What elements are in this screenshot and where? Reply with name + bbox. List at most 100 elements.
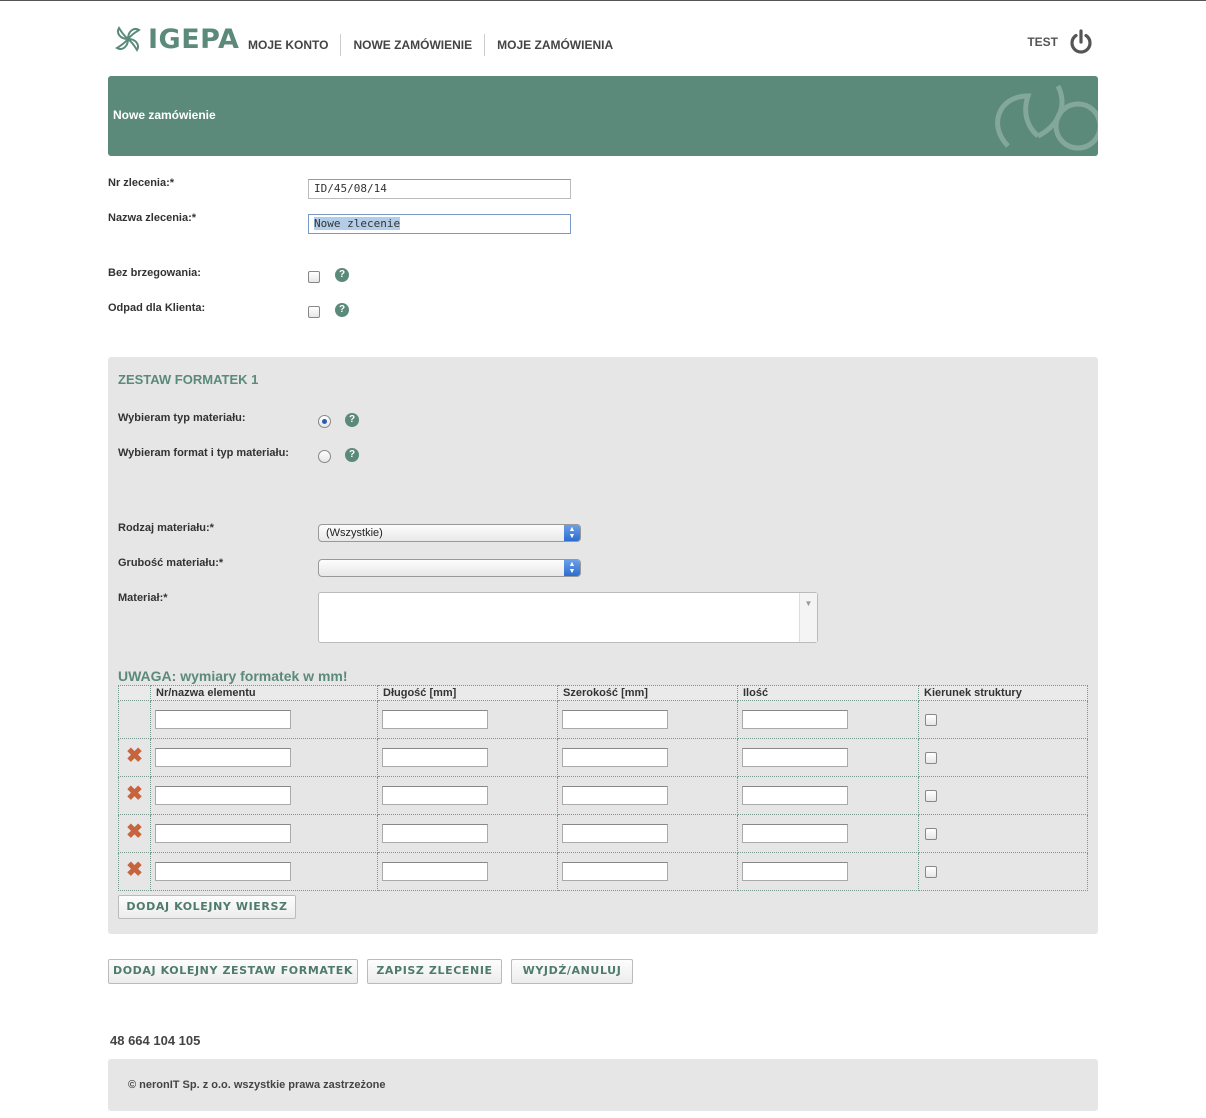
width-input[interactable] bbox=[562, 824, 668, 843]
format-set-title: ZESTAW FORMATEK 1 bbox=[118, 372, 259, 387]
radio-material-type-label: Wybieram typ materiału: bbox=[118, 412, 246, 424]
table-row bbox=[118, 700, 1088, 739]
order-number-label: Nr zlecenia:* bbox=[108, 177, 175, 189]
element-name-input[interactable] bbox=[155, 862, 291, 881]
width-cell bbox=[557, 852, 738, 891]
waste-help-icon[interactable]: ? bbox=[335, 303, 349, 317]
delete-row-icon[interactable]: ✖ bbox=[119, 819, 150, 844]
main-nav: MOJE KONTO NOWE ZAMÓWIENIE MOJE ZAMÓWIEN… bbox=[236, 34, 625, 56]
width-input[interactable] bbox=[562, 862, 668, 881]
no-edging-label: Bez brzegowania: bbox=[108, 267, 201, 279]
delete-cell: ✖ bbox=[118, 814, 151, 853]
delete-cell: ✖ bbox=[118, 776, 151, 815]
column-header-name: Nr/nazwa elementu bbox=[150, 685, 378, 701]
delete-row-icon[interactable]: ✖ bbox=[119, 857, 150, 882]
quantity-input[interactable] bbox=[742, 786, 848, 805]
material-label: Materiał:* bbox=[118, 592, 168, 604]
column-header-quantity: Ilość bbox=[737, 685, 919, 701]
quantity-input[interactable] bbox=[742, 824, 848, 843]
waste-checkbox[interactable] bbox=[308, 306, 320, 318]
length-input[interactable] bbox=[382, 824, 488, 843]
length-input[interactable] bbox=[382, 786, 488, 805]
width-cell bbox=[557, 700, 738, 739]
element-name-input[interactable] bbox=[155, 786, 291, 805]
exit-cancel-button[interactable]: WYJDŹ/ANULUJ bbox=[511, 959, 633, 984]
grain-cell bbox=[918, 814, 1088, 853]
radio-format-type[interactable] bbox=[318, 450, 331, 463]
grain-direction-checkbox[interactable] bbox=[925, 827, 937, 840]
element-name-input[interactable] bbox=[155, 824, 291, 843]
logo-swirl-icon bbox=[115, 26, 141, 52]
name-cell bbox=[150, 814, 378, 853]
name-cell bbox=[150, 738, 378, 777]
material-thickness-label: Grubość materiału:* bbox=[118, 557, 224, 569]
nav-my-orders[interactable]: MOJE ZAMÓWIENIA bbox=[484, 34, 625, 56]
column-header-length: Długość [mm] bbox=[377, 685, 558, 701]
footer: © neronIT Sp. z o.o. wszystkie prawa zas… bbox=[108, 1059, 1098, 1111]
delete-cell: ✖ bbox=[118, 738, 151, 777]
width-input[interactable] bbox=[562, 710, 668, 729]
order-name-field[interactable]: Nowe zlecenie bbox=[308, 214, 571, 234]
format-type-help-icon[interactable]: ? bbox=[345, 448, 359, 462]
material-kind-select[interactable]: (Wszystkie) ▲ ▼ bbox=[318, 524, 581, 542]
radio-material-type[interactable] bbox=[318, 415, 331, 428]
radio-format-type-label: Wybieram format i typ materiału: bbox=[118, 447, 289, 459]
material-kind-label: Rodzaj materiału:* bbox=[118, 522, 214, 534]
width-cell bbox=[557, 738, 738, 777]
table-row: ✖ bbox=[118, 814, 1088, 853]
page-title: Nowe zamówienie bbox=[113, 108, 216, 122]
length-cell bbox=[377, 700, 558, 739]
select-arrows-icon: ▲ ▼ bbox=[564, 525, 580, 541]
delete-row-icon[interactable]: ✖ bbox=[119, 781, 150, 806]
name-cell bbox=[150, 700, 378, 739]
length-input[interactable] bbox=[382, 862, 488, 881]
order-name-selected-text: Nowe zlecenie bbox=[314, 217, 401, 230]
order-number-field[interactable]: ID/45/08/14 bbox=[308, 179, 571, 199]
material-kind-value: (Wszystkie) bbox=[326, 527, 383, 539]
delete-cell-empty bbox=[118, 700, 151, 739]
name-cell bbox=[150, 776, 378, 815]
quantity-input[interactable] bbox=[742, 862, 848, 881]
delete-row-icon[interactable]: ✖ bbox=[119, 743, 150, 768]
formats-table: Nr/nazwa elementu Długość [mm] Szerokość… bbox=[118, 685, 1088, 891]
width-cell bbox=[557, 776, 738, 815]
width-input[interactable] bbox=[562, 748, 668, 767]
length-cell bbox=[377, 738, 558, 777]
element-name-input[interactable] bbox=[155, 710, 291, 729]
grain-direction-checkbox[interactable] bbox=[925, 789, 937, 802]
length-cell bbox=[377, 852, 558, 891]
add-row-button[interactable]: DODAJ KOLEJNY WIERSZ bbox=[118, 895, 296, 919]
length-input[interactable] bbox=[382, 710, 488, 729]
user-name: TEST bbox=[1027, 35, 1058, 49]
grain-cell bbox=[918, 776, 1088, 815]
grain-direction-checkbox[interactable] bbox=[925, 713, 937, 726]
grain-direction-checkbox[interactable] bbox=[925, 865, 937, 878]
material-type-help-icon[interactable]: ? bbox=[345, 413, 359, 427]
power-icon[interactable] bbox=[1068, 29, 1094, 55]
grain-direction-checkbox[interactable] bbox=[925, 751, 937, 764]
width-input[interactable] bbox=[562, 786, 668, 805]
quantity-input[interactable] bbox=[742, 710, 848, 729]
format-set-panel: ZESTAW FORMATEK 1 Wybieram typ materiału… bbox=[108, 357, 1098, 934]
name-cell bbox=[150, 852, 378, 891]
length-cell bbox=[377, 814, 558, 853]
quantity-input[interactable] bbox=[742, 748, 848, 767]
add-format-set-button[interactable]: DODAJ KOLEJNY ZESTAW FORMATEK bbox=[108, 959, 358, 984]
nav-my-account[interactable]: MOJE KONTO bbox=[236, 34, 340, 56]
dimensions-warning: UWAGA: wymiary formatek w mm! bbox=[118, 668, 348, 684]
element-name-input[interactable] bbox=[155, 748, 291, 767]
order-name-label: Nazwa zlecenia:* bbox=[108, 212, 197, 224]
dropdown-arrow-icon[interactable]: ▼ bbox=[799, 593, 817, 642]
waste-label: Odpad dla Klienta: bbox=[108, 302, 206, 314]
no-edging-checkbox[interactable] bbox=[308, 271, 320, 283]
logo[interactable]: IGEPA bbox=[112, 23, 239, 55]
nav-new-order[interactable]: NOWE ZAMÓWIENIE bbox=[340, 34, 484, 56]
logo-text: IGEPA bbox=[148, 23, 240, 55]
column-header-grain-direction: Kierunek struktury bbox=[918, 685, 1088, 701]
length-input[interactable] bbox=[382, 748, 488, 767]
copyright-text: © neronIT Sp. z o.o. wszystkie prawa zas… bbox=[128, 1079, 386, 1091]
material-combobox[interactable]: ▼ bbox=[318, 592, 818, 643]
no-edging-help-icon[interactable]: ? bbox=[335, 268, 349, 282]
save-order-button[interactable]: ZAPISZ ZLECENIE bbox=[367, 959, 502, 984]
material-thickness-select[interactable]: ▲ ▼ bbox=[318, 559, 581, 577]
